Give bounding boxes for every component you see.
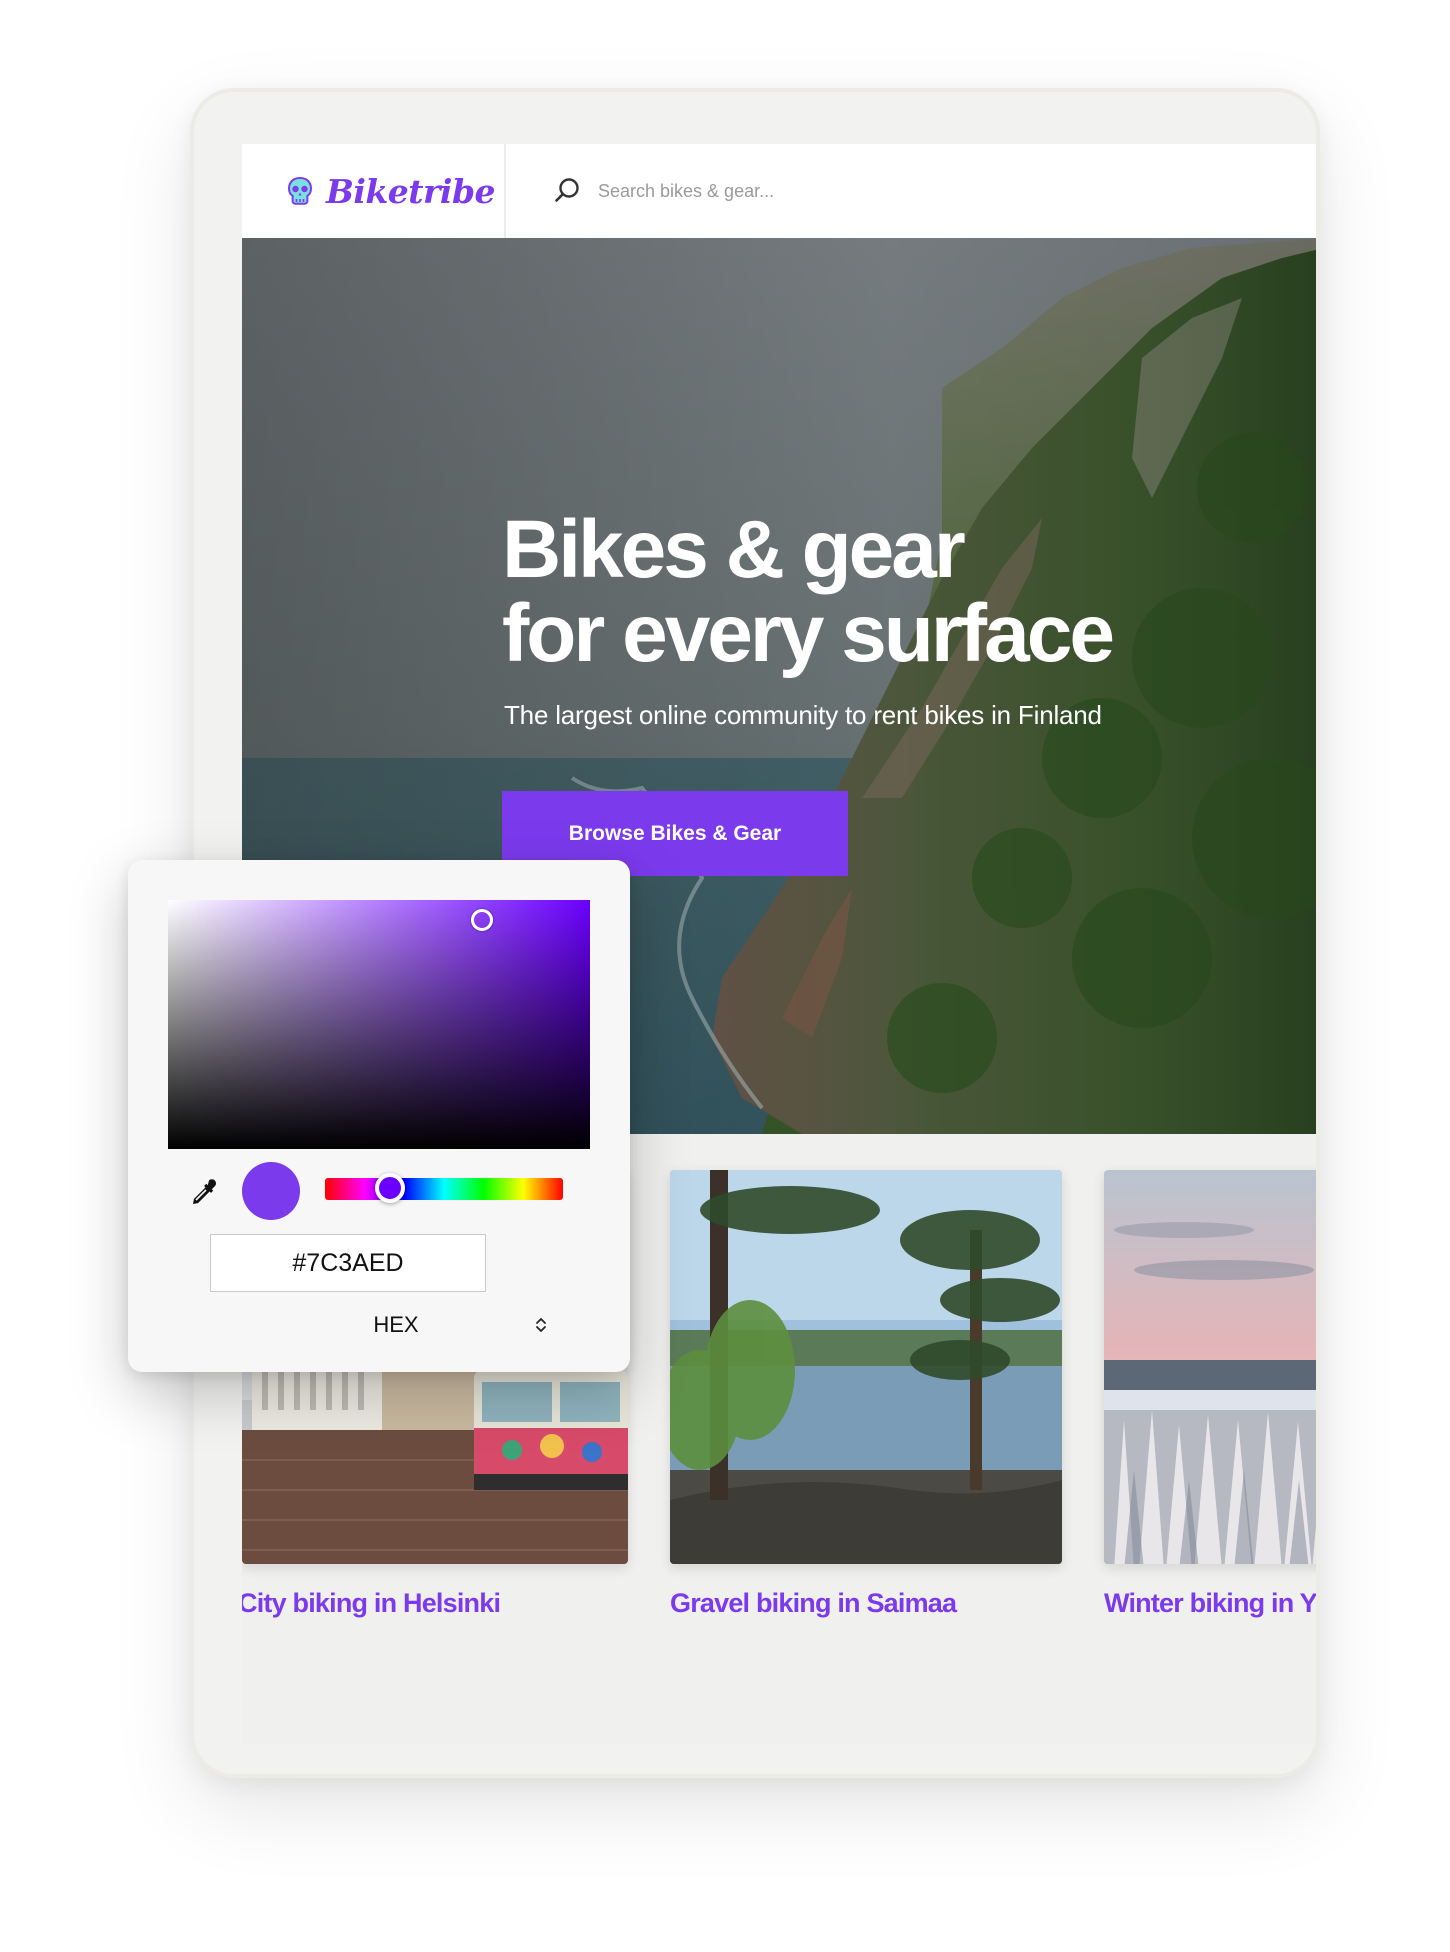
card-image-winter <box>1104 1170 1316 1564</box>
card-title-helsinki: City biking in Helsinki <box>242 1588 501 1618</box>
card-title-winter: Winter biking in Y <box>1104 1588 1317 1618</box>
brand-name: Biketribe <box>326 171 496 211</box>
hex-value-input[interactable] <box>210 1234 486 1292</box>
brand-logo[interactable]: Biketribe <box>242 144 506 238</box>
hue-slider-handle[interactable] <box>375 1173 405 1203</box>
color-format-label: HEX <box>373 1312 419 1337</box>
hero-title: Bikes & gear for every surface <box>502 508 1262 676</box>
card-saimaa[interactable]: Gravel biking in Saimaa <box>670 1170 1062 1619</box>
top-header: Biketribe <box>242 144 1316 238</box>
color-format-select[interactable]: HEX <box>258 1300 548 1350</box>
hero-subtitle: The largest online community to rent bik… <box>504 700 1102 730</box>
color-picker: HEX <box>128 860 630 1372</box>
eyedropper-icon[interactable] <box>188 1176 220 1208</box>
saturation-value-handle[interactable] <box>471 909 493 931</box>
saturation-value-area[interactable] <box>168 900 590 1149</box>
hero-title-line-2: for every surface <box>502 588 1115 679</box>
card-title-saimaa: Gravel biking in Saimaa <box>670 1588 957 1618</box>
search-bar[interactable] <box>506 144 1316 238</box>
hero-title-line-1: Bikes & gear <box>502 504 966 595</box>
search-icon <box>555 178 579 202</box>
skull-logo-icon <box>287 176 313 205</box>
card-image-saimaa <box>670 1170 1062 1564</box>
chevron-up-down-icon <box>536 1318 546 1332</box>
card-winter[interactable]: Winter biking in Y <box>1104 1170 1317 1619</box>
selected-color-swatch <box>242 1162 300 1220</box>
search-input[interactable] <box>596 179 1096 203</box>
hue-slider[interactable] <box>325 1173 563 1203</box>
